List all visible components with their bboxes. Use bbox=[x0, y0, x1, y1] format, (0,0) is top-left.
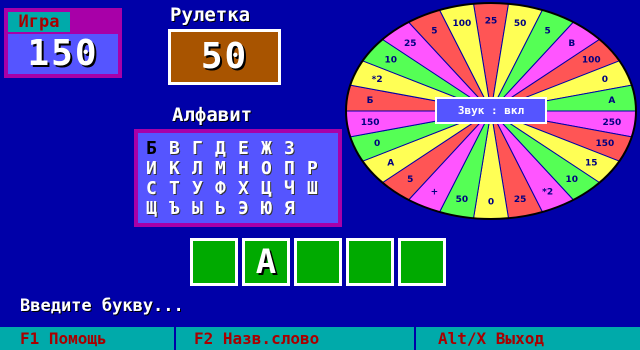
wheel-sector-label: 5 bbox=[431, 27, 437, 37]
player-score: 150 bbox=[27, 33, 99, 74]
wheel-sector-label: 0 bbox=[488, 198, 494, 208]
alphabet-letter[interactable]: Н bbox=[238, 159, 261, 179]
alphabet-letter[interactable]: Ф bbox=[215, 179, 238, 199]
word-cell bbox=[294, 238, 342, 286]
alphabet-letter[interactable]: Т bbox=[169, 179, 192, 199]
wheel-sector-label: 250 bbox=[603, 118, 622, 128]
alphabet-letter[interactable]: Б bbox=[146, 139, 169, 159]
wheel-sector-label: 25 bbox=[404, 39, 417, 49]
wheel-sector-label: 10 bbox=[384, 55, 397, 65]
alphabet-panel: БВГДЕЖЗИКЛМНОПРСТУФХЦЧШЩЪЫЬЭЮЯ bbox=[134, 129, 342, 227]
alphabet-letter[interactable]: Ш bbox=[307, 179, 330, 199]
alphabet-letter[interactable]: Г bbox=[192, 139, 215, 159]
alphabet-letter[interactable]: З bbox=[284, 139, 307, 159]
wheel-sector-label: Б bbox=[367, 96, 374, 106]
word-cell bbox=[190, 238, 238, 286]
alphabet-letter[interactable]: О bbox=[261, 159, 284, 179]
wheel-sector-label: 25 bbox=[485, 16, 498, 26]
wheel-sector-label: 15 bbox=[585, 159, 598, 169]
word-cell bbox=[346, 238, 394, 286]
alphabet-letter[interactable]: Ы bbox=[192, 199, 215, 219]
wheel-sector-label: + bbox=[431, 187, 439, 197]
alphabet-title: Алфавит bbox=[172, 104, 253, 126]
wheel-sector-label: 5 bbox=[544, 27, 550, 37]
alphabet-letter[interactable]: К bbox=[169, 159, 192, 179]
wheel-sector-label: 150 bbox=[361, 118, 380, 128]
alphabet-letter[interactable]: С bbox=[146, 179, 169, 199]
roulette-panel: 50 bbox=[168, 29, 281, 85]
alphabet-row: СТУФХЦЧШ bbox=[146, 179, 332, 199]
wheel-sector-label: 0 bbox=[374, 139, 380, 149]
word-cell: А bbox=[242, 238, 290, 286]
wheel-sector-label: 100 bbox=[452, 19, 471, 29]
alphabet-letter[interactable]: Ю bbox=[261, 199, 284, 219]
word-letter bbox=[297, 241, 339, 283]
alphabet-letter[interactable]: У bbox=[192, 179, 215, 199]
player-name: Игра bbox=[8, 12, 70, 32]
wheel-sector-label: 5 bbox=[407, 175, 413, 185]
alphabet-letter[interactable]: Э bbox=[238, 199, 261, 219]
alphabet-letter[interactable]: Х bbox=[238, 179, 261, 199]
wheel-sector-label: 25 bbox=[514, 195, 527, 205]
exit-key[interactable]: Alt/X Выход bbox=[416, 327, 640, 350]
wheel-sector-label: 150 bbox=[595, 139, 614, 149]
word-cells: А bbox=[190, 238, 446, 286]
function-key-bar: F1 Помощь F2 Назв.слово Alt/X Выход bbox=[0, 327, 640, 350]
alphabet-letter[interactable]: Ч bbox=[284, 179, 307, 199]
word-letter bbox=[401, 241, 443, 283]
wheel-sector-label: *2 bbox=[542, 187, 553, 197]
roulette-value: 50 bbox=[171, 32, 278, 82]
wheel-sector-label: А bbox=[387, 159, 394, 169]
word-letter: А bbox=[245, 241, 287, 283]
alphabet-letter[interactable]: В bbox=[169, 139, 192, 159]
input-prompt: Введите букву... bbox=[20, 296, 184, 316]
wheel-sector-label: 0 bbox=[602, 75, 608, 85]
wheel-sector-label: В bbox=[568, 39, 575, 49]
help-key[interactable]: F1 Помощь bbox=[0, 327, 176, 350]
wheel-sector-label: А bbox=[608, 96, 615, 106]
alphabet-grid: БВГДЕЖЗИКЛМНОПРСТУФХЦЧШЩЪЫЬЭЮЯ bbox=[138, 133, 338, 223]
alphabet-letter[interactable]: Ж bbox=[261, 139, 284, 159]
wheel-sector-label: *2 bbox=[372, 75, 383, 85]
alphabet-letter[interactable]: И bbox=[146, 159, 169, 179]
alphabet-letter[interactable]: Ь bbox=[215, 199, 238, 219]
word-letter bbox=[193, 241, 235, 283]
alphabet-letter[interactable]: Щ bbox=[146, 199, 169, 219]
wheel-sector-label: 100 bbox=[582, 55, 601, 65]
alphabet-row: ЩЪЫЬЭЮЯ bbox=[146, 199, 332, 219]
alphabet-letter[interactable]: Я bbox=[284, 199, 307, 219]
alphabet-letter[interactable]: П bbox=[284, 159, 307, 179]
roulette-title: Рулетка bbox=[170, 4, 251, 26]
name-word-key[interactable]: F2 Назв.слово bbox=[176, 327, 416, 350]
alphabet-letter[interactable]: Ц bbox=[261, 179, 284, 199]
sound-toggle-button[interactable]: Звук : вкл bbox=[435, 97, 547, 124]
alphabet-letter[interactable]: Е bbox=[238, 139, 261, 159]
alphabet-letter[interactable]: Л bbox=[192, 159, 215, 179]
alphabet-letter[interactable]: Д bbox=[215, 139, 238, 159]
alphabet-letter[interactable]: Р bbox=[307, 159, 330, 179]
alphabet-row: ИКЛМНОПР bbox=[146, 159, 332, 179]
wheel-sector-label: 50 bbox=[456, 195, 469, 205]
wheel-sector-label: 50 bbox=[514, 19, 527, 29]
word-letter bbox=[349, 241, 391, 283]
alphabet-row: БВГДЕЖЗ bbox=[146, 139, 332, 159]
alphabet-letter[interactable]: М bbox=[215, 159, 238, 179]
word-cell bbox=[398, 238, 446, 286]
alphabet-letter[interactable]: Ъ bbox=[169, 199, 192, 219]
wheel-sector-label: 10 bbox=[566, 175, 579, 185]
